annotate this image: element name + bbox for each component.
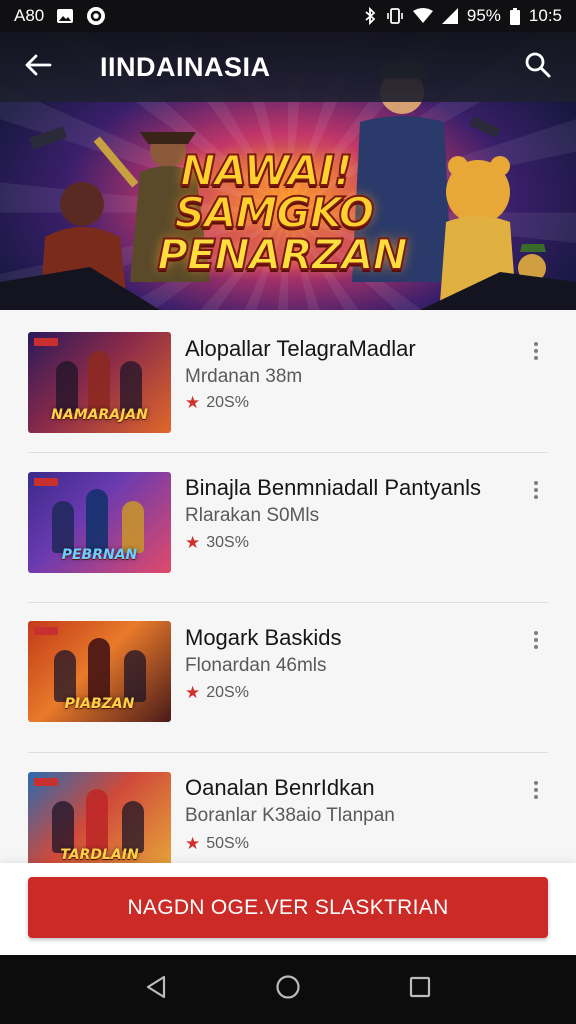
game-thumbnail[interactable]: PIABZAN (28, 621, 171, 722)
status-bar: A80 95% 10:5 (0, 0, 576, 32)
item-title: Mogark Baskids (185, 625, 342, 650)
battery-percent: 95% (466, 6, 501, 25)
back-triangle-icon (144, 974, 168, 1005)
wifi-icon (412, 8, 433, 24)
game-list: NAMARAJAN Alopallar TelagraMadlar Mrdana… (0, 310, 576, 903)
thumb-figure (54, 650, 76, 702)
bottom-action-area: NAGDN OGE.VER SLASKTRIAN (0, 863, 576, 955)
item-title: Oanalan BenrIdkan (185, 775, 375, 800)
image-icon (56, 8, 74, 24)
more-options-button[interactable] (524, 475, 548, 505)
list-item[interactable]: PIABZAN Mogark Baskids Flonardan 46mls ★… (28, 603, 548, 753)
hero-title-line-1: NAWAI! (179, 146, 353, 195)
nav-recents-button[interactable] (400, 970, 440, 1010)
home-circle-icon (275, 974, 301, 1005)
thumb-badge (34, 478, 58, 486)
nav-home-button[interactable] (268, 970, 308, 1010)
more-options-button[interactable] (524, 336, 548, 366)
star-icon: ★ (185, 393, 201, 412)
nav-back-button[interactable] (136, 970, 176, 1010)
thumb-badge (34, 778, 58, 786)
bluetooth-icon (363, 7, 377, 25)
app-bar: IINDAINASIA (0, 32, 576, 102)
thumb-figure (52, 501, 74, 553)
primary-action-button[interactable]: NAGDN OGE.VER SLASKTRIAN (28, 877, 548, 938)
list-item[interactable]: NAMARAJAN Alopallar TelagraMadlar Mrdana… (28, 310, 548, 453)
more-options-button[interactable] (524, 775, 548, 805)
list-item[interactable]: PEBRNAN Binajla Benmniadall Pantyanls Rl… (28, 453, 548, 603)
hero-title: NAWAI! SAMGKO PENARZAN (0, 146, 576, 279)
item-subtitle: Boranlar K38aio Tlanpan (185, 805, 395, 826)
more-vert-dot (534, 356, 538, 360)
vibrate-icon (386, 7, 404, 25)
item-rating: ★ 20S% (185, 683, 249, 703)
game-thumbnail[interactable]: NAMARAJAN (28, 332, 171, 433)
battery-icon (509, 7, 520, 25)
thumb-figure (52, 801, 74, 853)
thumb-figure (86, 489, 108, 553)
rating-value: 30S% (206, 534, 249, 551)
status-left: A80 (14, 6, 106, 26)
circle-badge-icon (86, 6, 106, 26)
back-button[interactable] (20, 49, 56, 85)
more-vert-icon (534, 631, 538, 635)
thumb-figure (86, 789, 108, 853)
more-vert-dot (534, 349, 538, 353)
arrow-left-icon (24, 53, 52, 82)
more-vert-dot (534, 488, 538, 492)
more-vert-dot (534, 788, 538, 792)
page-title: IINDAINASIA (100, 51, 271, 82)
status-time: 10:5 (528, 6, 562, 25)
thumb-figure (88, 351, 110, 413)
thumb-badge (34, 338, 58, 346)
rating-value: 50S% (206, 835, 249, 852)
more-vert-dot (534, 795, 538, 799)
thumb-figure (122, 501, 144, 553)
status-carrier-text: A80 (14, 6, 45, 25)
item-subtitle: Flonardan 46mls (185, 655, 327, 676)
hero-title-line-2: SAMGKO (174, 188, 376, 237)
thumb-badge (34, 627, 58, 635)
rating-value: 20S% (206, 394, 249, 411)
thumb-title: TARDLAIN (60, 847, 139, 863)
item-rating: ★ 30S% (185, 533, 249, 553)
more-vert-icon (534, 781, 538, 785)
thumb-title: PIABZAN (64, 696, 135, 712)
item-rating: ★ 20S% (185, 393, 249, 413)
more-vert-dot (534, 638, 538, 642)
star-icon: ★ (185, 683, 201, 702)
signal-icon (441, 8, 458, 24)
game-thumbnail[interactable]: PEBRNAN (28, 472, 171, 573)
thumb-figure (120, 361, 142, 413)
search-icon (524, 51, 552, 84)
item-subtitle: Mrdanan 38m (185, 366, 303, 387)
thumb-figure (56, 361, 78, 413)
item-title: Binajla Benmniadall Pantyanls (185, 475, 481, 500)
more-vert-icon (534, 342, 538, 346)
screen: NAWAI! SAMGKO PENARZAN A80 95% 10:5 IIND… (0, 0, 576, 1024)
recents-square-icon (408, 975, 432, 1004)
rating-value: 20S% (206, 684, 249, 701)
thumb-figure (122, 801, 144, 853)
item-title: Alopallar TelagraMadlar (185, 336, 416, 361)
more-vert-dot (534, 645, 538, 649)
thumb-figure (124, 650, 146, 702)
game-thumbnail[interactable]: TARDLAIN (28, 772, 171, 873)
status-right: 95% 10:5 (363, 6, 562, 26)
thumb-title: NAMARAJAN (51, 407, 148, 423)
more-vert-icon (534, 481, 538, 485)
item-subtitle: Rlarakan S0Mls (185, 505, 320, 526)
system-nav-bar (0, 955, 576, 1024)
thumb-title: PEBRNAN (61, 547, 138, 563)
star-icon: ★ (185, 834, 201, 853)
item-rating: ★ 50S% (185, 834, 249, 854)
hero-title-line-3: PENARZAN (156, 230, 409, 279)
star-icon: ★ (185, 533, 201, 552)
thumb-figure (88, 638, 110, 702)
search-button[interactable] (520, 49, 556, 85)
more-options-button[interactable] (524, 625, 548, 655)
more-vert-dot (534, 495, 538, 499)
